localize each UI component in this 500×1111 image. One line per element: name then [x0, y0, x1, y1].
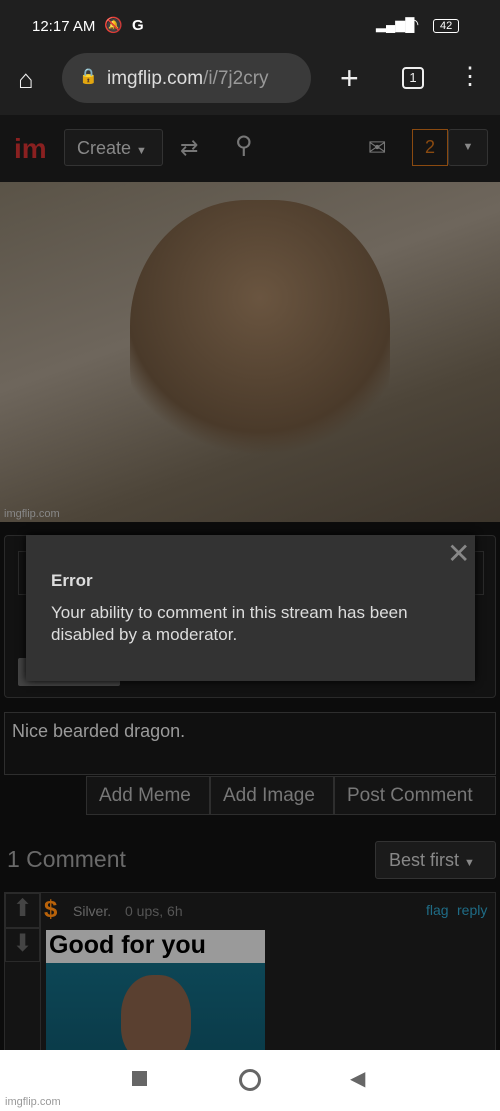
chevron-down-icon: ▼	[464, 857, 475, 869]
reply-link[interactable]: reply	[457, 902, 487, 918]
notification-count[interactable]: 2	[412, 129, 448, 166]
search-icon[interactable]: ⚲	[235, 131, 253, 160]
comment-item: ⬆ ⬇ $ Silver. 0 ups, 6h flag reply Good …	[4, 892, 496, 1063]
chevron-down-icon: ▼	[136, 145, 147, 157]
divider	[40, 893, 41, 1063]
downvote-icon[interactable]: ⬇	[5, 928, 40, 962]
status-bar: 12:17 AM 🔕 G ▂▄▆█ ◠ 42	[0, 0, 500, 50]
url-domain: imgflip.com	[107, 68, 204, 89]
mute-icon: 🔕	[104, 17, 123, 34]
image-watermark: imgflip.com	[4, 508, 60, 520]
site-header: im Create ▼ ⇄ ⚲ ✉ 2 ▼	[0, 115, 500, 182]
sort-label: Best first	[389, 850, 460, 870]
footer-watermark: imgflip.com	[5, 1096, 61, 1108]
battery-icon: 42	[433, 19, 460, 33]
comment-count: 1 Comment	[7, 846, 126, 872]
imgflip-logo[interactable]: im	[14, 133, 47, 165]
recents-icon[interactable]	[132, 1071, 147, 1086]
sort-select[interactable]: Best first ▼	[375, 841, 496, 879]
comment-username[interactable]: Silver.	[73, 903, 111, 919]
user-avatar[interactable]: $	[44, 896, 57, 924]
error-message: Your ability to comment in this stream h…	[51, 603, 408, 644]
create-button[interactable]: Create ▼	[64, 129, 163, 166]
add-image-button[interactable]: Add Image	[210, 776, 334, 815]
error-dialog: ✕ Error Your ability to comment in this …	[26, 535, 475, 681]
comment-meme-image: Good for you	[46, 930, 265, 1063]
home-icon[interactable]: ⌂	[18, 64, 34, 95]
upvote-icon[interactable]: ⬆	[5, 893, 40, 928]
url-bar[interactable]: 🔒 imgflip.com/i/7j2cry	[62, 53, 311, 103]
home-nav-icon[interactable]	[239, 1069, 261, 1091]
menu-icon[interactable]: ⋮	[458, 62, 482, 91]
back-icon[interactable]: ◀	[350, 1066, 365, 1091]
post-comment-button[interactable]: Post Comment	[334, 776, 496, 815]
add-meme-button[interactable]: Add Meme	[86, 776, 210, 815]
url-path: /i/7j2cry	[203, 68, 269, 89]
create-label: Create	[77, 138, 132, 158]
comment-meta: 0 ups, 6h	[125, 903, 183, 919]
clock: 12:17 AM	[32, 18, 96, 35]
flag-link[interactable]: flag	[426, 902, 449, 918]
comment-textarea[interactable]: Nice bearded dragon.	[4, 712, 496, 775]
google-icon: G	[132, 17, 144, 34]
mail-icon[interactable]: ✉	[368, 135, 386, 161]
android-nav-bar: ◀ imgflip.com	[0, 1050, 500, 1111]
wifi-icon: ◠	[406, 16, 420, 33]
bearded-dragon-figure	[130, 200, 390, 480]
meme-caption: Good for you	[46, 930, 265, 963]
new-tab-icon[interactable]: +	[340, 60, 359, 97]
shuffle-icon[interactable]: ⇄	[180, 135, 198, 161]
lock-icon: 🔒	[79, 68, 98, 85]
tab-switcher[interactable]: 1	[402, 67, 424, 89]
error-title: Error	[51, 571, 93, 590]
close-icon[interactable]: ✕	[447, 537, 470, 570]
user-menu-chevron-icon[interactable]: ▼	[448, 129, 488, 166]
